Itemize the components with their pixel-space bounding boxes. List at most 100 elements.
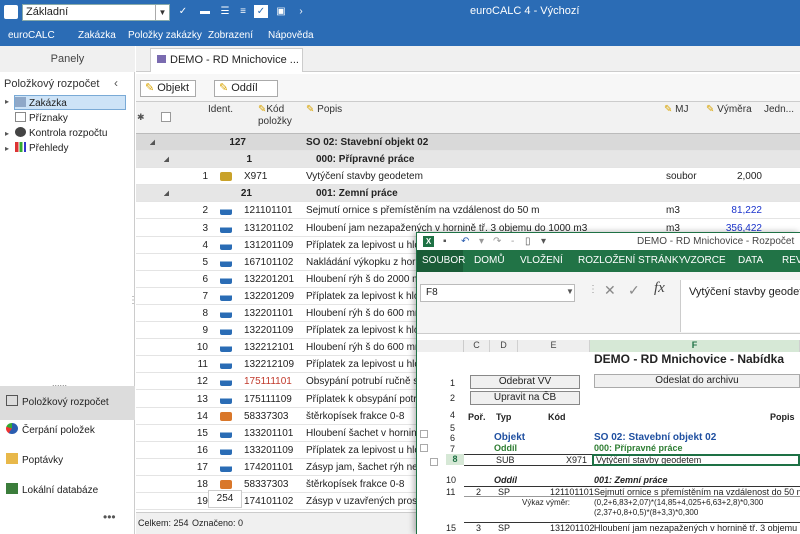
document-tab[interactable]: DEMO - RD Mnichovice ...✕ (150, 48, 303, 88)
col-kod[interactable]: ✎Kód položky (258, 104, 298, 128)
template-select[interactable]: Základní ▼ (22, 4, 170, 21)
col-header-d[interactable]: D (490, 340, 518, 352)
outline-toggle[interactable] (430, 458, 438, 466)
upravit-cb-button[interactable]: Upravit na ČB (470, 391, 580, 405)
tree-item-priznaky[interactable]: Příznaky (15, 111, 135, 126)
col-header-e[interactable]: E (518, 340, 590, 352)
ribbon-tab-vlozeni[interactable]: VLOŽENÍ (520, 255, 563, 266)
col-header-c[interactable]: C (464, 340, 490, 352)
ribbon-tab-data[interactable]: DATA (738, 255, 763, 266)
ribbon-tab-rozlozeni[interactable]: ROZLOŽENÍ STRÁNKY (578, 255, 685, 266)
ribbon-tab-soubor[interactable]: SOUBOR (422, 255, 465, 266)
menu-zakazka[interactable]: Zakázka (78, 30, 116, 41)
menu-zobrazeni[interactable]: Zobrazení (208, 30, 253, 41)
menu-eurocalc[interactable]: euroCALC (8, 30, 55, 41)
pencil-icon: ✎ (145, 82, 155, 94)
save-icon[interactable]: ▪ (443, 233, 447, 250)
ribbon-tab-domu[interactable]: DOMŮ (474, 255, 505, 266)
expand-icon[interactable]: ▸ (5, 97, 9, 106)
truck-icon (220, 172, 232, 182)
arrow-right-icon[interactable]: › (294, 5, 308, 18)
chevron-down-icon[interactable]: ▼ (155, 5, 169, 20)
col-vymera[interactable]: ✎ Výměra (706, 104, 752, 116)
nav-lokalni-databaze[interactable]: Lokální databáze (0, 474, 135, 508)
pencil-icon: ✎ (664, 104, 673, 115)
select-all-checkbox[interactable] (161, 109, 171, 125)
item-code: 132201101 (244, 308, 294, 319)
checkbox-icon[interactable]: ✓ (254, 5, 268, 18)
excavator-icon (220, 377, 232, 387)
r15-kod: 131201102 (550, 523, 595, 533)
expand-icon[interactable]: ▸ (5, 129, 9, 138)
tree-item-kontrola[interactable]: Kontrola rozpočtu (15, 126, 135, 141)
group-row[interactable]: ◢ 1 000: Přípravné práce (136, 151, 800, 169)
item-code: 175111101 (244, 376, 292, 388)
tree-item-label: Příznaky (29, 113, 68, 124)
col-popis[interactable]: ✎ Popis (306, 104, 342, 116)
panels-header: Panely (0, 46, 135, 72)
selected-cell-f8[interactable]: Vytýčení stavby geodetem (592, 454, 800, 466)
folder-icon (6, 453, 18, 464)
table-row[interactable]: 1 X971 Vytýčení stavby geodetem soubor 2,000 (136, 168, 800, 186)
function-icon[interactable]: fx (654, 280, 665, 297)
item-unit: soubor (666, 171, 697, 183)
name-box[interactable]: F8 (420, 284, 575, 302)
col-jedn[interactable]: Jedn... (764, 104, 794, 116)
group-title: SO 02: Stavební objekt 02 (306, 137, 429, 148)
ribbon-tab-revize[interactable]: REVI (782, 255, 800, 266)
nav-cerpani-polozek[interactable]: Čerpání položek (0, 414, 135, 448)
nav-label: Lokální databáze (22, 485, 99, 496)
group-row[interactable]: ◢ 21 001: Zemní práce (136, 185, 800, 203)
qat-menu-icon[interactable]: ▾ (541, 233, 546, 250)
menu-polozky-zakazky[interactable]: Položky zakázky (128, 30, 202, 41)
chevron-down-icon[interactable]: ▼ (566, 287, 574, 296)
hdr-por: Poř. (468, 412, 486, 422)
odeslat-do-archivu-button[interactable]: Odeslat do archivu (594, 374, 800, 388)
collapse-icon[interactable]: ‹ (114, 76, 118, 90)
collapse-icon[interactable]: ◢ (150, 134, 155, 151)
redo-icon[interactable]: ↷ (493, 233, 501, 250)
r11-por: 2 (476, 487, 482, 497)
expand-icon[interactable]: ▸ (5, 144, 9, 153)
outline-toggle[interactable] (420, 430, 428, 438)
enter-icon[interactable]: ✓ (628, 282, 640, 299)
ribbon-tab-vzorce[interactable]: VZORCE (684, 255, 726, 266)
outline-toggle[interactable] (420, 444, 428, 452)
flag-green-icon[interactable]: ✓ (176, 5, 190, 18)
col-header-f[interactable]: F (590, 340, 800, 352)
tree-item-label: Zakázka (29, 98, 67, 109)
group-objekt-button[interactable]: ✎ Objekt (140, 80, 196, 97)
col-mj[interactable]: ✎ MJ (664, 104, 689, 116)
group-row[interactable]: ◢ 127 SO 02: Stavební objekt 02 (136, 134, 800, 151)
collapse-icon[interactable]: ◢ (164, 185, 169, 202)
menu-napoveda[interactable]: Nápověda (268, 30, 314, 41)
row-number: 16 (196, 444, 208, 456)
tree-item-prehledy[interactable]: Přehledy (15, 141, 135, 156)
more-icon[interactable]: ••• (103, 510, 116, 524)
col-ident[interactable]: Ident. (208, 104, 233, 116)
row-number: 12 (196, 376, 208, 388)
chevron-down-icon[interactable]: ▾ (479, 233, 484, 250)
label-objekt: Objekt (494, 432, 526, 443)
truck-icon[interactable]: ▬ (198, 5, 212, 18)
undo-icon[interactable]: ↶ (461, 233, 469, 250)
list-icon[interactable]: ☰ (218, 5, 232, 18)
group-oddil-button[interactable]: ✎ Oddíl (214, 80, 278, 97)
so-title: SO 02: Stavební objekt 02 (594, 432, 717, 443)
row-number: 15 (446, 523, 457, 533)
chart-icon[interactable]: ▣ (274, 5, 288, 18)
file-icon[interactable]: ▯ (525, 233, 531, 250)
sort-icon[interactable]: ≡ (236, 5, 250, 18)
formula-input[interactable]: Vytýčení stavby geodetem (680, 280, 800, 332)
cancel-icon[interactable]: ✕ (604, 282, 616, 299)
tree-item-zakazka[interactable]: Zakázka (14, 95, 126, 110)
status-celkem: Celkem: 254 (138, 518, 189, 528)
group-count: 1 (246, 154, 252, 166)
odebrat-vv-button[interactable]: Odebrat VV (470, 375, 580, 389)
corner-cell[interactable] (417, 340, 464, 352)
col-label: Popis (317, 104, 343, 115)
sheet-title: DEMO - RD Mnichovice - Nabídka (594, 352, 785, 366)
nav-poptavky[interactable]: Poptávky (0, 444, 135, 478)
table-row[interactable]: 2 121101101 Sejmutí ornice s přemístěním n… (136, 202, 800, 220)
collapse-icon[interactable]: ◢ (164, 151, 169, 168)
